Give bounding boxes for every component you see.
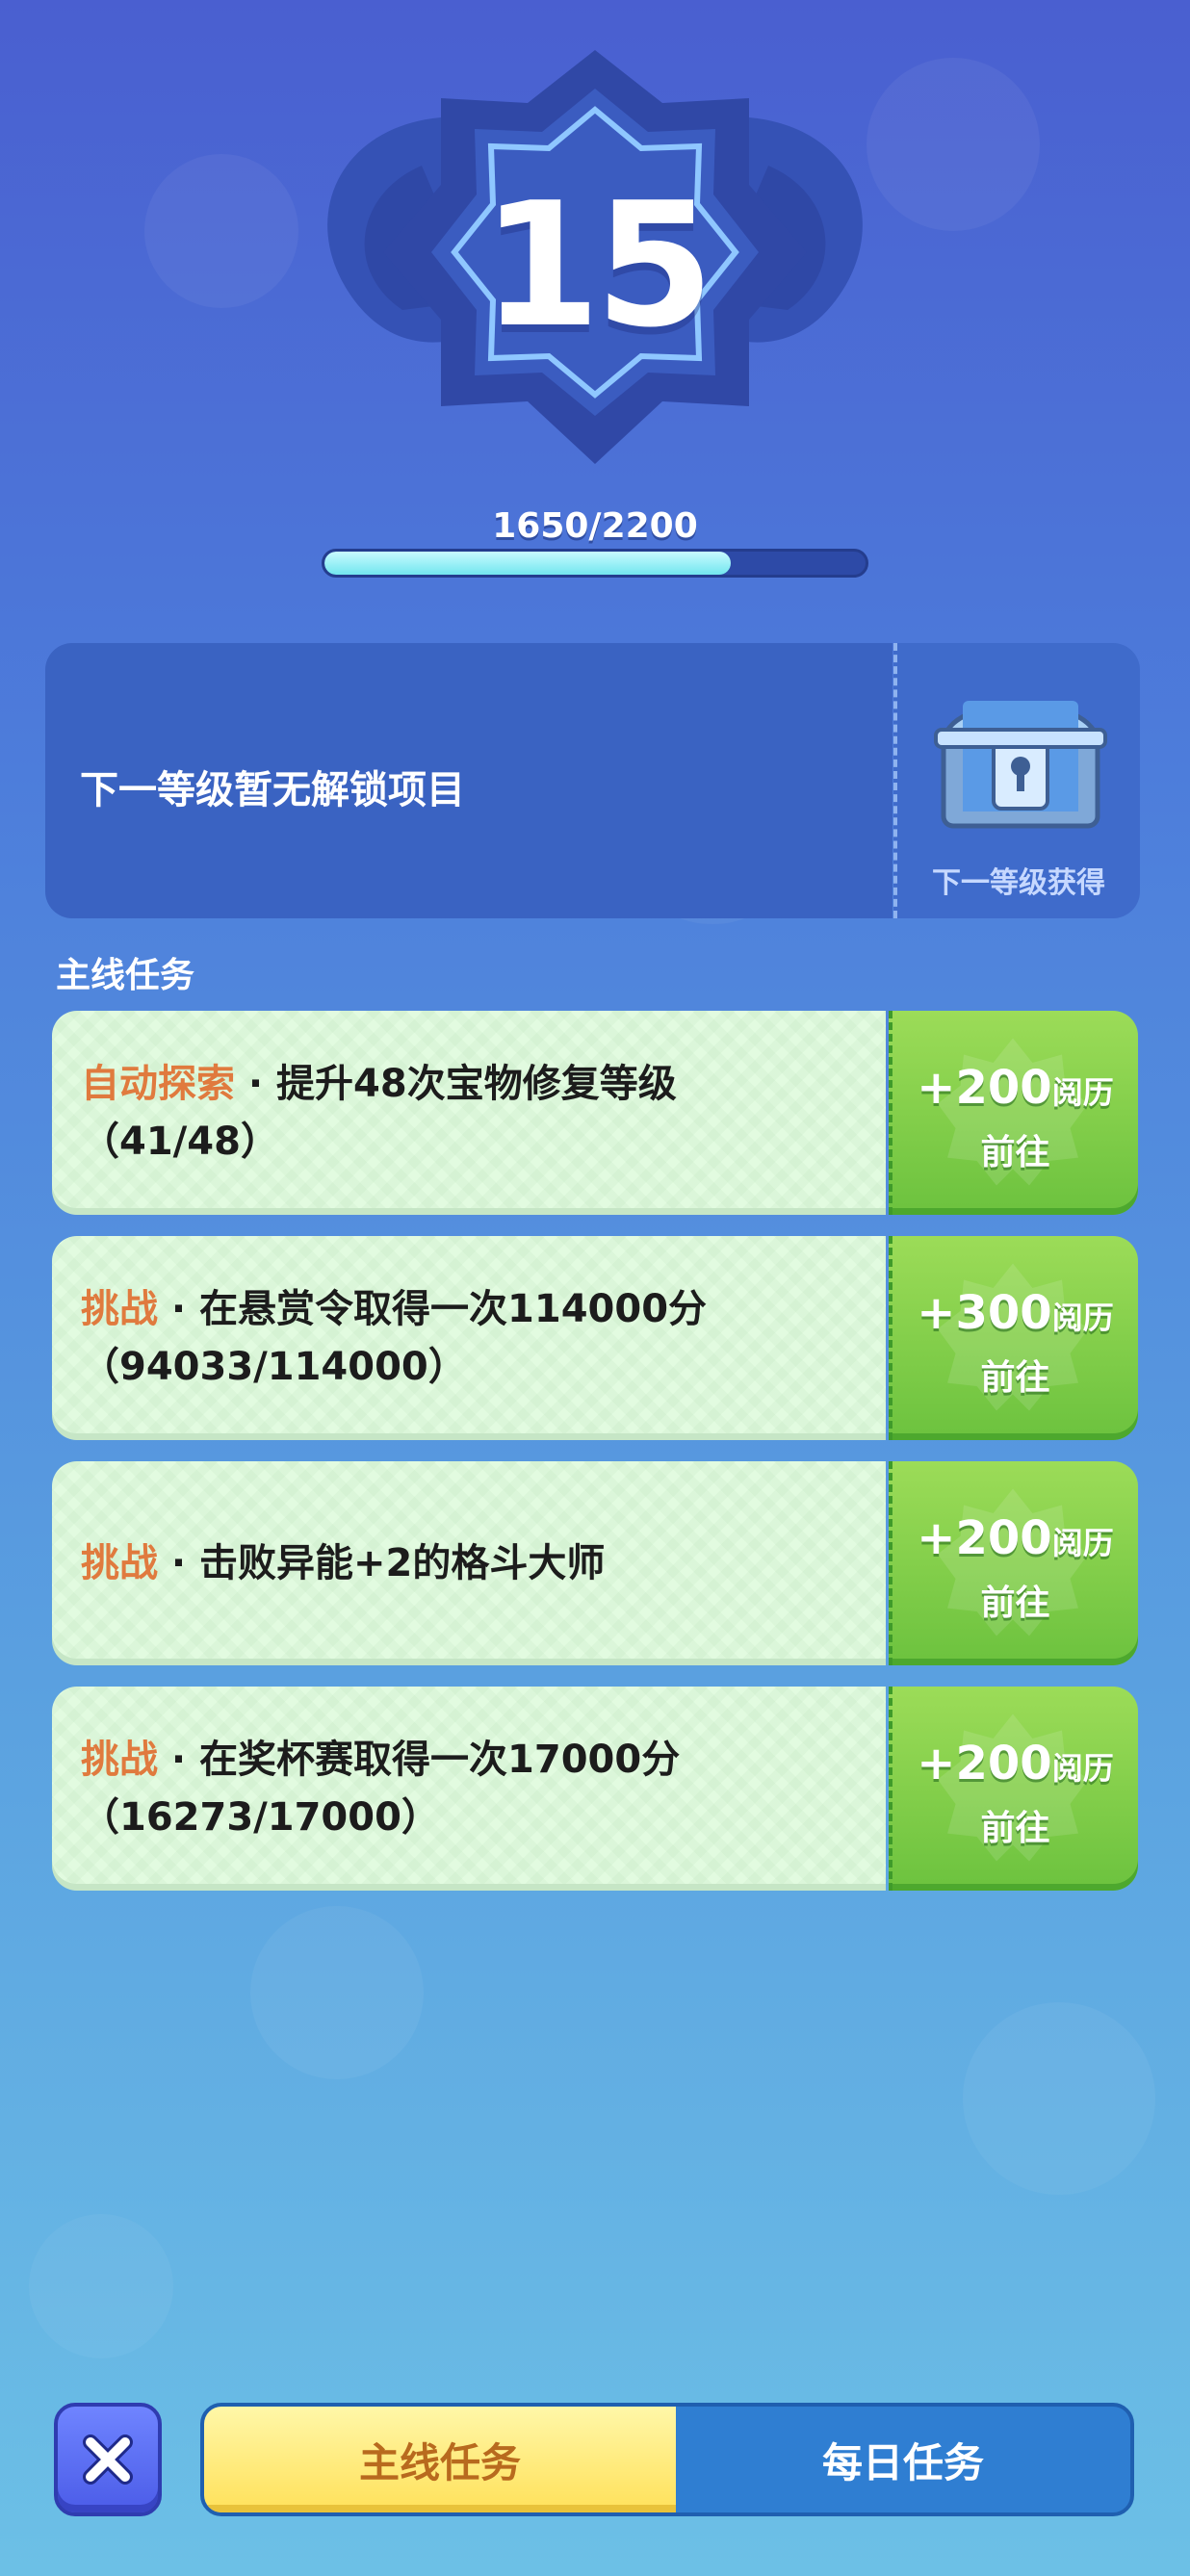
task-text: 挑战 · 在悬赏令取得一次114000分 （94033/114000） [81,1236,867,1440]
treasure-chest-icon [934,701,1107,829]
go-label: 前往 [980,1358,1050,1398]
task-category: 挑战 [81,1541,158,1585]
go-label: 前往 [980,1809,1050,1848]
level-badge: 15 [297,50,893,474]
go-label: 前往 [980,1133,1050,1172]
tab-main-tasks[interactable]: 主线任务 [204,2407,676,2512]
next-level-reward[interactable]: 下一等级获得 [893,643,1140,918]
task-description: · 在悬赏令取得一次114000分 [158,1287,708,1331]
task-text: 自动探索 · 提升48次宝物修复等级 （41/48） [81,1011,867,1215]
next-level-panel: 下一等级暂无解锁项目 [45,643,892,918]
reward-amount-wrap: +200阅历 [892,1511,1138,1565]
task-go-button[interactable]: +300阅历 前往 [889,1236,1138,1440]
xp-progress-bar [322,549,868,578]
background-decoration [144,154,298,308]
xp-progress-text: 1650/2200 [492,506,698,546]
next-level-reward-label: 下一等级获得 [932,866,1105,900]
reward-amount: +200 [917,1511,1052,1565]
background-decoration [963,2002,1155,2195]
go-label: 前往 [980,1584,1050,1623]
task-tabs: 主线任务 每日任务 [200,2403,1134,2516]
reward-amount-wrap: +200阅历 [892,1737,1138,1790]
task-description: · 击败异能+2的格斗大师 [158,1541,606,1585]
task-text: 挑战 · 击败异能+2的格斗大师 [81,1461,867,1665]
tab-daily-tasks[interactable]: 每日任务 [676,2407,1130,2512]
task-go-button[interactable]: +200阅历 前往 [889,1687,1138,1891]
task-go-button[interactable]: +200阅历 前往 [889,1461,1138,1665]
reward-amount: +200 [917,1061,1052,1115]
task-progress: （41/48） [81,1120,279,1164]
next-level-message: 下一等级暂无解锁项目 [80,768,465,812]
level-number: 15 [481,166,714,365]
task-row: 挑战 · 在奖杯赛取得一次17000分 （16273/17000） +200阅历… [52,1687,1138,1891]
task-go-button[interactable]: +200阅历 前往 [889,1011,1138,1215]
task-description: · 在奖杯赛取得一次17000分 [158,1738,681,1782]
task-description: · 提升48次宝物修复等级 [235,1062,677,1106]
xp-progress-fill [324,552,731,575]
task-progress: （16273/17000） [81,1795,440,1840]
reward-unit: 阅历 [1051,1750,1114,1787]
task-category: 自动探索 [81,1062,235,1106]
reward-unit: 阅历 [1051,1525,1114,1561]
task-row: 挑战 · 在悬赏令取得一次114000分 （94033/114000） +300… [52,1236,1138,1440]
task-row: 挑战 · 击败异能+2的格斗大师 +200阅历 前往 [52,1461,1138,1665]
close-button[interactable] [54,2403,162,2516]
section-title: 主线任务 [56,956,195,995]
task-card: 自动探索 · 提升48次宝物修复等级 （41/48） [52,1011,886,1215]
background-decoration [29,2214,173,2358]
task-card: 挑战 · 击败异能+2的格斗大师 [52,1461,886,1665]
task-text: 挑战 · 在奖杯赛取得一次17000分 （16273/17000） [81,1687,867,1891]
close-icon [83,2434,133,2485]
task-category: 挑战 [81,1287,158,1331]
reward-unit: 阅历 [1051,1300,1114,1336]
task-progress: （94033/114000） [81,1345,467,1389]
background-decoration [250,1906,424,2079]
task-card: 挑战 · 在奖杯赛取得一次17000分 （16273/17000） [52,1687,886,1891]
reward-unit: 阅历 [1051,1074,1114,1111]
reward-amount-wrap: +200阅历 [892,1061,1138,1115]
task-category: 挑战 [81,1738,158,1782]
task-card: 挑战 · 在悬赏令取得一次114000分 （94033/114000） [52,1236,886,1440]
task-row: 自动探索 · 提升48次宝物修复等级 （41/48） +200阅历 前往 [52,1011,1138,1215]
reward-amount-wrap: +300阅历 [892,1286,1138,1340]
reward-amount: +300 [917,1286,1052,1340]
reward-amount: +200 [917,1737,1052,1790]
